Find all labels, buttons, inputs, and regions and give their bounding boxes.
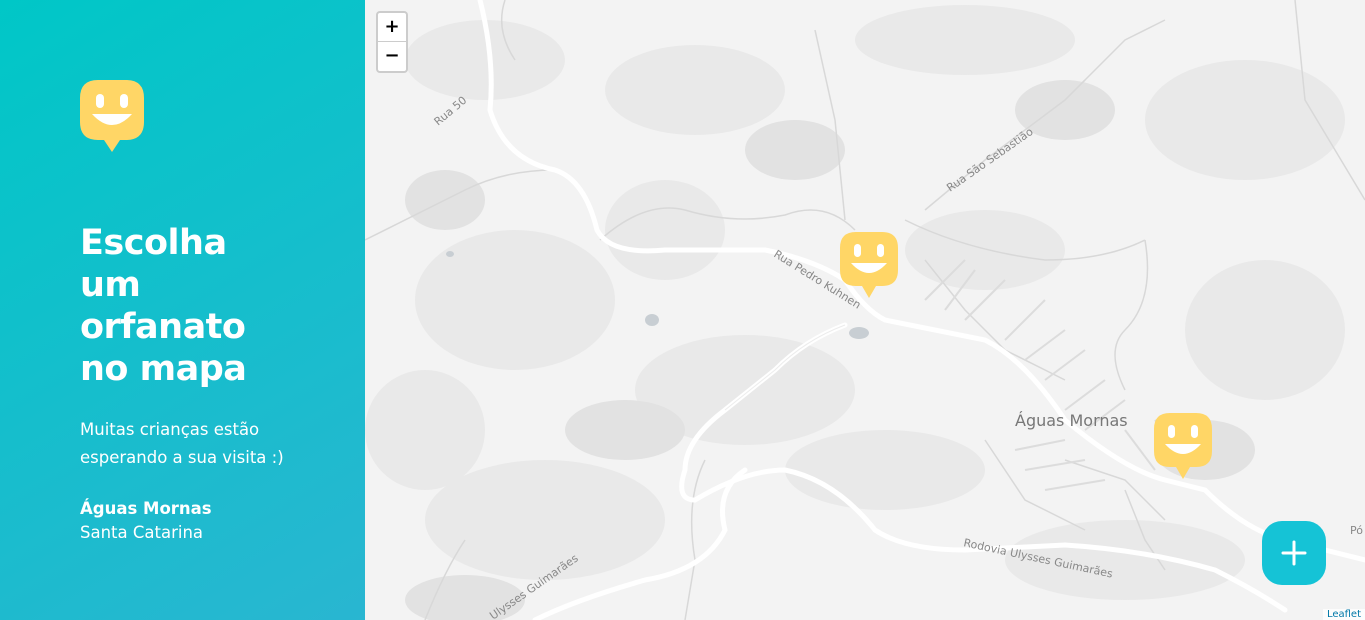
title-line: um	[80, 265, 141, 305]
page-title: Escolha um orfanato no mapa	[80, 222, 320, 390]
map[interactable]: Rua 50 Rua São Sebastião Rua Pedro Kuhne…	[365, 0, 1365, 620]
sidebar: Escolha um orfanato no mapa Muitas crian…	[0, 0, 365, 620]
title-line: no mapa	[80, 349, 247, 389]
zoom-in-button[interactable]: +	[378, 13, 406, 42]
street-label-rua-sao-sebastiao: Rua São Sebastião	[944, 125, 1036, 195]
state-name: Santa Catarina	[80, 523, 204, 542]
subtitle-line: esperando a sua visita :)	[80, 448, 284, 467]
plus-icon	[1281, 540, 1307, 566]
zoom-out-button[interactable]: −	[378, 42, 406, 71]
orphanage-marker[interactable]	[1154, 413, 1212, 479]
city-name: Águas Mornas	[80, 499, 212, 518]
add-orphanage-button[interactable]	[1262, 521, 1326, 585]
page-subtitle: Muitas crianças estão esperando a sua vi…	[80, 416, 320, 472]
town-label: Águas Mornas	[1015, 411, 1128, 430]
street-label-edge: Pó	[1350, 524, 1363, 537]
street-label-rua-50: Rua 50	[432, 94, 470, 129]
map-tiles[interactable]: Rua 50 Rua São Sebastião Rua Pedro Kuhne…	[365, 0, 1365, 620]
title-line: Escolha	[80, 223, 227, 263]
location-info: Águas Mornas Santa Catarina	[80, 497, 212, 545]
subtitle-line: Muitas crianças estão	[80, 420, 260, 439]
title-line: orfanato	[80, 307, 246, 347]
orphanage-marker[interactable]	[840, 232, 898, 298]
happy-marker-logo-icon	[80, 80, 144, 152]
zoom-control: + −	[376, 11, 408, 73]
map-attribution[interactable]: Leaflet	[1322, 609, 1365, 620]
